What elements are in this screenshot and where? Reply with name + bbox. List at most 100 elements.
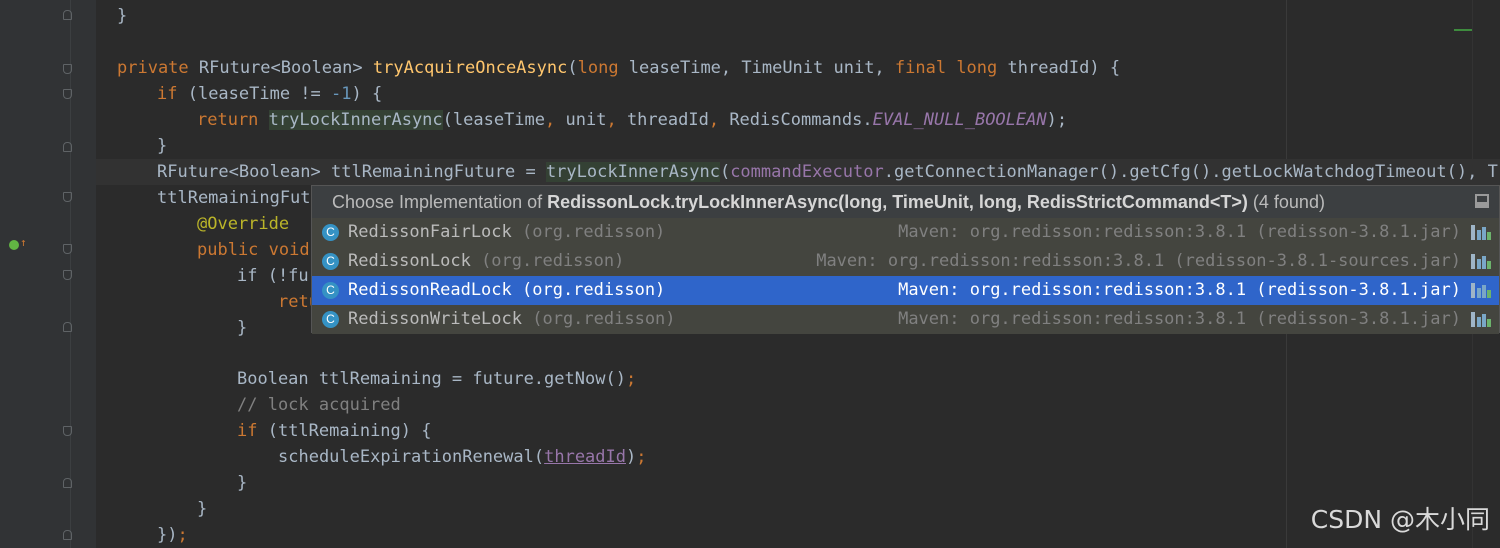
code-line: if (ttlRemaining) { <box>237 418 431 444</box>
code-token: threadId <box>626 110 709 130</box>
editor-gutter <box>0 0 96 548</box>
code-token: scheduleExpirationRenewal( <box>278 447 545 467</box>
code-token: } <box>237 318 248 338</box>
class-name: RedissonFairLock <box>348 222 512 242</box>
package-name: (org.redisson) <box>522 309 676 329</box>
implementation-label: RedissonFairLock (org.redisson) <box>348 218 665 247</box>
code-token: ) <box>626 447 637 467</box>
class-icon: C <box>322 282 339 299</box>
class-icon: C <box>322 224 339 241</box>
keyword-token: public void <box>197 240 310 260</box>
implementation-label: RedissonReadLock (org.redisson) <box>348 276 665 305</box>
code-token: threadId) { <box>1007 58 1121 78</box>
code-line: } <box>157 133 167 159</box>
code-line: }); <box>157 522 188 548</box>
pin-window-icon[interactable] <box>1475 194 1489 208</box>
watermark: CSDN @木小同 <box>1310 505 1490 534</box>
method-call-token[interactable]: tryLockInnerAsync <box>268 110 443 130</box>
code-line: Boolean ttlRemaining = future.getNow(); <box>237 366 636 392</box>
code-line: // lock acquired <box>237 392 401 418</box>
library-icon <box>1471 254 1491 269</box>
code-token: ) { <box>351 84 383 104</box>
code-token: RFuture<Boolean> ttlRemainingFuture = <box>157 162 546 182</box>
fold-icon[interactable] <box>63 64 72 74</box>
code-token: ; <box>636 447 647 467</box>
fold-icon[interactable] <box>63 270 72 280</box>
class-name: RedissonWriteLock <box>348 309 522 329</box>
keyword-token: if <box>237 421 268 441</box>
implementation-label: RedissonLock (org.redisson) <box>348 247 624 276</box>
implementation-item[interactable]: C RedissonLock (org.redisson) Maven: org… <box>312 247 1499 276</box>
fold-icon[interactable] <box>63 10 72 20</box>
fold-icon[interactable] <box>63 530 72 540</box>
code-line: public void <box>197 237 310 263</box>
popup-title: Choose Implementation of RedissonLock.tr… <box>312 186 1499 218</box>
keyword-token: private <box>117 58 199 78</box>
keyword-token: if <box>157 84 188 104</box>
code-line: ttlRemainingFutu <box>157 185 321 211</box>
code-line: } <box>237 315 247 341</box>
implementation-item[interactable]: C RedissonFairLock (org.redisson) Maven:… <box>312 218 1499 247</box>
code-token: (leaseTime != <box>187 84 332 104</box>
method-call-token[interactable]: tryLockInnerAsync <box>545 162 720 182</box>
package-name: (org.redisson) <box>470 251 625 271</box>
override-marker-icon[interactable] <box>9 240 19 250</box>
code-token: ttlRemainingFutu <box>157 188 321 208</box>
package-name: (org.redisson) <box>511 222 666 242</box>
code-token: ( <box>567 58 578 78</box>
package-name: (org.redisson) <box>511 280 666 300</box>
fold-icon[interactable] <box>63 322 72 332</box>
code-token: RFuture<Boolean> <box>198 58 373 78</box>
keyword-token: final long <box>894 58 1008 78</box>
code-token: ; <box>625 369 637 389</box>
popup-title-count: (4 found) <box>1247 192 1325 212</box>
code-token: leaseTime, TimeUnit unit, <box>628 58 895 78</box>
fold-icon[interactable] <box>63 142 72 152</box>
fold-icon[interactable] <box>63 192 72 202</box>
library-location: Maven: org.redisson:redisson:3.8.1 (redi… <box>898 280 1461 300</box>
fold-icon[interactable] <box>63 478 72 488</box>
code-token: , <box>708 110 730 130</box>
code-token: if (!fu <box>237 266 309 286</box>
class-icon: C <box>322 253 339 270</box>
code-token: , <box>545 110 566 130</box>
code-token: .getConnectionManager().getCfg().getLock… <box>883 162 1468 182</box>
code-line: } <box>117 3 127 29</box>
code-token: }) <box>157 525 178 545</box>
class-name: RedissonReadLock <box>348 280 512 300</box>
code-line: return tryLockInnerAsync(leaseTime, unit… <box>197 107 1067 133</box>
code-token: ); <box>1046 110 1068 130</box>
code-line: if (!fu <box>237 263 309 289</box>
code-token: } <box>117 6 128 26</box>
comment-token: // lock acquired <box>237 395 401 415</box>
library-icon <box>1471 283 1491 298</box>
code-token: RedisCommands. <box>729 110 873 130</box>
parameter-token: threadId <box>544 447 626 467</box>
code-token: ( <box>719 162 731 182</box>
code-token: Boolean ttlRemaining = future.getNow() <box>237 369 626 389</box>
choose-implementation-popup[interactable]: Choose Implementation of RedissonLock.tr… <box>311 185 1500 334</box>
field-token: commandExecutor <box>730 162 884 182</box>
code-line: } <box>197 496 207 522</box>
constant-token: EVAL_NULL_BOOLEAN <box>872 110 1047 130</box>
fold-icon[interactable] <box>63 89 72 99</box>
code-token: , <box>606 110 627 130</box>
implementation-item-selected[interactable]: C RedissonReadLock (org.redisson) Maven:… <box>312 276 1499 305</box>
annotation-token: @Override <box>197 214 290 234</box>
fold-icon[interactable] <box>63 244 72 254</box>
code-token: unit <box>565 110 607 130</box>
scrollbar-marker[interactable] <box>1454 29 1472 31</box>
code-line: private RFuture<Boolean> tryAcquireOnceA… <box>117 55 1120 81</box>
code-line: } <box>237 470 247 496</box>
code-line: RFuture<Boolean> ttlRemainingFuture = tr… <box>157 159 1498 185</box>
code-line: scheduleExpirationRenewal(threadId); <box>278 444 647 470</box>
fold-icon[interactable] <box>63 426 72 436</box>
library-location: Maven: org.redisson:redisson:3.8.1 (redi… <box>816 251 1461 271</box>
code-token: ; <box>177 525 188 545</box>
library-icon <box>1471 225 1491 240</box>
code-token: } <box>157 136 168 156</box>
class-name: RedissonLock <box>348 251 471 271</box>
number-token: -1 <box>331 84 352 104</box>
override-arrow-icon: ↑ <box>20 236 27 249</box>
implementation-item[interactable]: C RedissonWriteLock (org.redisson) Maven… <box>312 305 1499 334</box>
